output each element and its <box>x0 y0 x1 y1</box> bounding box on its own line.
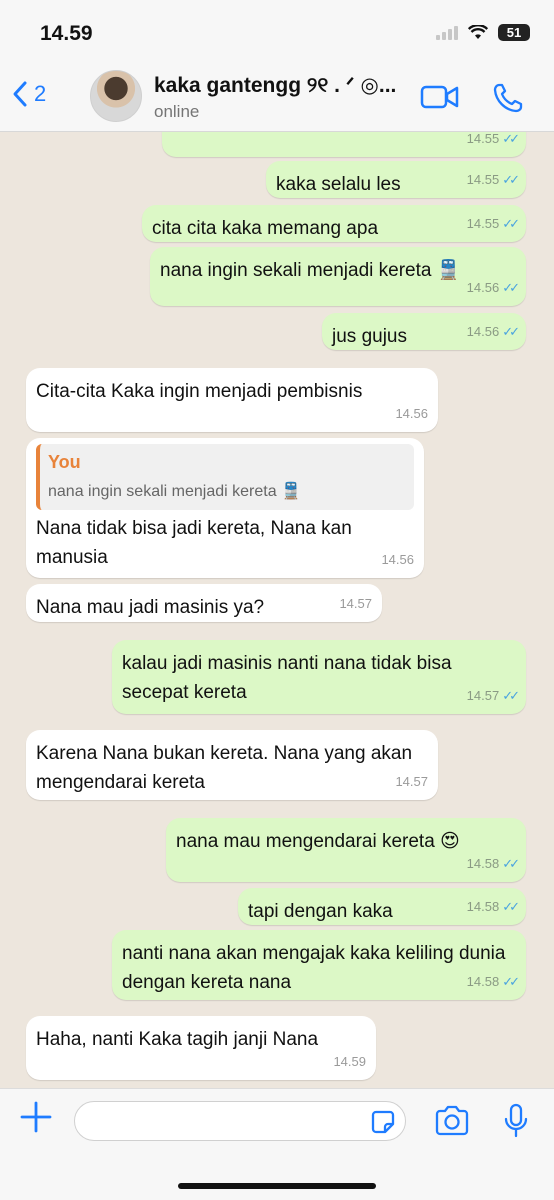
message-time: 14.56 <box>381 552 414 567</box>
message-bubble[interactable]: Cita-cita Kaka ingin menjadi pembisnis 1… <box>26 368 438 432</box>
message-meta: 14.55 ✓✓ <box>466 165 520 194</box>
cellular-signal-icon <box>436 25 458 40</box>
message-text: Nana mau jadi masinis ya? <box>36 597 265 618</box>
message-input[interactable] <box>74 1101 406 1141</box>
message-time: 14.56 <box>395 406 428 421</box>
contact-status: online <box>154 102 200 121</box>
message-bubble[interactable]: kalau jadi masinis nanti nana tidak bisa… <box>112 640 526 714</box>
back-button[interactable]: 2 <box>12 80 46 108</box>
message-time: 14.55 <box>466 132 500 146</box>
read-receipt-icon: ✓✓ <box>502 856 520 871</box>
message-meta: 14.55 ✓✓ <box>466 209 520 238</box>
message-bubble[interactable]: nana ingin sekali menjadi kereta 🚆 14.56… <box>150 247 526 306</box>
message-bubble[interactable]: cita cita kaka memang apa 14.55 ✓✓ <box>142 205 526 242</box>
message-meta: 14.56 <box>381 545 414 574</box>
read-receipt-icon: ✓✓ <box>502 324 520 339</box>
read-receipt-icon: ✓✓ <box>502 899 520 914</box>
camera-icon[interactable] <box>434 1105 470 1137</box>
video-call-icon[interactable] <box>420 84 460 110</box>
message-meta: 14.55 ✓✓ <box>466 132 520 153</box>
message-time: 14.57 <box>339 596 372 611</box>
message-bubble[interactable]: tapi dengan kaka 14.58 ✓✓ <box>238 888 526 925</box>
message-bubble[interactable]: Nana mau jadi masinis ya? 14.57 <box>26 584 382 622</box>
read-receipt-icon: ✓✓ <box>502 216 520 231</box>
reply-quote-author: You <box>48 452 81 472</box>
message-text: kaka selalu les <box>276 174 401 195</box>
message-text: nana mau mengendarai kereta 😍 <box>176 831 460 852</box>
sticker-icon[interactable] <box>370 1109 396 1135</box>
message-text: nanti nana akan mengajak kaka keliling d… <box>122 943 506 993</box>
message-bubble[interactable]: nanti nana akan mengajak kaka keliling d… <box>112 930 526 1000</box>
read-receipt-icon: ✓✓ <box>502 172 520 187</box>
message-meta: 14.57 ✓✓ <box>466 681 520 710</box>
message-text: jus gujus <box>332 326 407 347</box>
message-bubble[interactable]: 14.55 ✓✓ <box>162 132 526 157</box>
message-list[interactable]: 14.55 ✓✓ kaka selalu les 14.55 ✓✓ cita cit… <box>0 132 554 1088</box>
message-time: 14.58 <box>466 856 500 871</box>
message-meta: 14.58 ✓✓ <box>466 892 520 921</box>
voice-call-icon[interactable] <box>492 82 524 114</box>
message-meta: 14.56 ✓✓ <box>466 317 520 346</box>
contact-avatar[interactable] <box>90 70 142 122</box>
contact-name[interactable]: kaka gantengg ୨୧ . ᐟ ◎... <box>154 73 410 98</box>
status-bar: 14.59 51 <box>0 0 554 62</box>
message-time: 14.55 <box>466 216 500 231</box>
message-bubble[interactable]: Karena Nana bukan kereta. Nana yang akan… <box>26 730 438 800</box>
read-receipt-icon: ✓✓ <box>502 280 520 295</box>
read-receipt-icon: ✓✓ <box>502 132 520 146</box>
message-text: Haha, nanti Kaka tagih janji Nana <box>36 1029 319 1050</box>
message-time: 14.59 <box>333 1054 366 1069</box>
message-text: Karena Nana bukan kereta. Nana yang akan… <box>36 743 413 793</box>
message-meta: 14.58 ✓✓ <box>466 849 520 878</box>
plus-icon[interactable] <box>18 1099 54 1135</box>
message-bubble[interactable]: You nana ingin sekali menjadi kereta 🚆 N… <box>26 438 424 578</box>
chevron-left-icon <box>13 81 27 107</box>
message-bubble[interactable]: Haha, nanti Kaka tagih janji Nana 14.59 <box>26 1016 376 1080</box>
message-bubble[interactable]: jus gujus 14.56 ✓✓ <box>322 313 526 350</box>
reply-quote-text: nana ingin sekali menjadi kereta 🚆 <box>48 483 301 500</box>
read-receipt-icon: ✓✓ <box>502 688 520 703</box>
status-time: 14.59 <box>40 22 93 45</box>
wifi-icon <box>468 25 488 39</box>
message-time: 14.55 <box>466 172 500 187</box>
message-bubble[interactable]: kaka selalu les 14.55 ✓✓ <box>266 161 526 198</box>
message-meta: 14.56 <box>395 399 428 428</box>
message-meta: 14.58 ✓✓ <box>466 967 520 996</box>
message-text: nana ingin sekali menjadi kereta 🚆 <box>160 260 461 281</box>
message-time: 14.57 <box>395 774 428 789</box>
read-receipt-icon: ✓✓ <box>502 974 520 989</box>
composer-bar <box>0 1088 554 1200</box>
message-meta: 14.57 <box>395 767 428 796</box>
chat-header: 2 kaka gantengg ୨୧ . ᐟ ◎... online <box>0 62 554 132</box>
message-text: Nana tidak bisa jadi kereta, Nana kan ma… <box>36 518 352 568</box>
microphone-icon[interactable] <box>502 1103 530 1139</box>
message-text: Cita-cita Kaka ingin menjadi pembisnis <box>36 381 363 402</box>
unread-count: 2 <box>34 81 47 106</box>
reply-quote[interactable]: You nana ingin sekali menjadi kereta 🚆 <box>36 444 414 510</box>
message-time: 14.58 <box>466 899 500 914</box>
message-text: tapi dengan kaka <box>248 901 393 922</box>
message-text: kalau jadi masinis nanti nana tidak bisa… <box>122 653 452 703</box>
message-meta: 14.57 <box>339 589 372 618</box>
message-meta: 14.56 ✓✓ <box>466 273 520 302</box>
message-text: cita cita kaka memang apa <box>152 218 379 239</box>
message-time: 14.56 <box>466 324 500 339</box>
message-meta: 14.59 <box>333 1047 366 1076</box>
home-indicator <box>178 1183 376 1189</box>
message-time: 14.58 <box>466 974 500 989</box>
battery-icon: 51 <box>498 24 530 41</box>
message-time: 14.56 <box>466 280 500 295</box>
message-time: 14.57 <box>466 688 500 703</box>
message-bubble[interactable]: nana mau mengendarai kereta 😍 14.58 ✓✓ <box>166 818 526 882</box>
status-icons: 51 <box>436 24 530 41</box>
